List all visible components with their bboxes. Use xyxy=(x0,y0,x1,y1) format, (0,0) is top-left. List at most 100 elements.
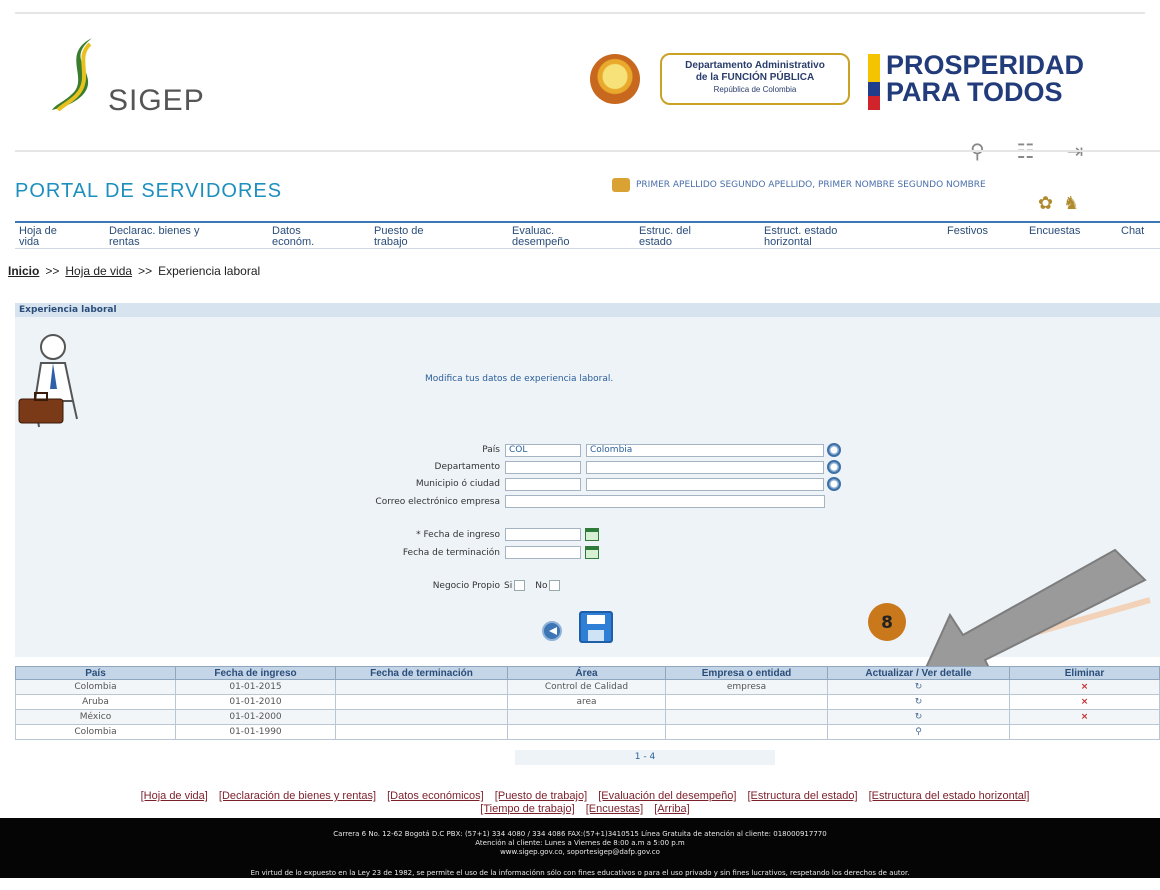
municipio-name-input[interactable] xyxy=(586,477,824,491)
prosperidad-line2: PARA TODOS xyxy=(886,77,1063,107)
prosperidad-line1: PROSPERIDAD xyxy=(886,50,1085,80)
cell-ingreso: 01-01-1990 xyxy=(175,724,336,740)
footer-link-tiempo-trabajo[interactable]: [Tiempo de trabajo] xyxy=(480,803,574,815)
footer-link-arriba[interactable]: [Arriba] xyxy=(654,803,689,815)
breadcrumb-home[interactable]: Inicio xyxy=(8,264,39,278)
refresh-icon[interactable]: ↻ xyxy=(827,709,1010,725)
dafp-logo[interactable]: Departamento Administrativo de la FUNCIÓ… xyxy=(660,53,850,105)
si-checkbox[interactable] xyxy=(514,580,526,591)
save-button[interactable] xyxy=(579,611,613,643)
calendar-icon[interactable] xyxy=(585,546,599,559)
cell-area: Control de Calidad xyxy=(507,679,666,695)
nav-estructura-estado[interactable]: Estruc. del estado xyxy=(639,226,691,248)
footer-link-puesto-trabajo[interactable]: [Puesto de trabajo] xyxy=(495,790,587,802)
globe-icon[interactable] xyxy=(827,477,841,491)
no-checkbox[interactable] xyxy=(549,580,561,591)
breadcrumb-sep: >> xyxy=(138,264,153,278)
worker-briefcase-icon xyxy=(18,334,78,428)
site-header: SIGEP Departamento Administrativo de la … xyxy=(0,14,1160,163)
nav-hoja-de-vida[interactable]: Hoja de vida xyxy=(19,226,57,248)
row-fecha-terminacion: Fecha de terminación xyxy=(300,546,599,559)
panel-header: Experiencia laboral xyxy=(15,303,1160,317)
departamento-name-input[interactable] xyxy=(586,460,824,474)
col-empresa[interactable]: Empresa o entidad xyxy=(665,666,828,680)
delete-icon[interactable]: × xyxy=(1009,679,1160,695)
col-fecha-terminacion[interactable]: Fecha de terminación xyxy=(335,666,508,680)
coat-of-arms-icon xyxy=(590,54,640,104)
footer-link-declaracion[interactable]: [Declaración de bienes y rentas] xyxy=(219,790,376,802)
cell-pais: Colombia xyxy=(15,724,176,740)
fecha-ingreso-input[interactable] xyxy=(505,528,581,541)
panel-message: Modifica tus datos de experiencia labora… xyxy=(425,374,614,384)
cell-empresa: empresa xyxy=(665,679,828,695)
dafp-line2: de la FUNCIÓN PÚBLICA xyxy=(695,72,815,83)
breadcrumb-hoja-de-vida[interactable]: Hoja de vida xyxy=(65,264,132,278)
footer-link-estructura-horizontal[interactable]: [Estructura del estado horizontal] xyxy=(869,790,1030,802)
departamento-code-input[interactable] xyxy=(505,460,581,474)
footer-link-evaluacion[interactable]: [Evaluación del desempeño] xyxy=(598,790,736,802)
prosperidad-logo: PROSPERIDAD PARA TODOS xyxy=(886,52,1084,106)
fecha-terminacion-input[interactable] xyxy=(505,546,581,559)
cell-pais: México xyxy=(15,709,176,725)
col-fecha-ingreso[interactable]: Fecha de ingreso xyxy=(175,666,336,680)
nav-estructura-horizontal[interactable]: Estruct. estado horizontal xyxy=(764,226,837,248)
nav-evaluacion[interactable]: Evaluac. desempeño xyxy=(512,226,570,248)
fecha-terminacion-label: Fecha de terminación xyxy=(402,547,500,558)
nav-chat[interactable]: Chat xyxy=(1121,226,1144,237)
nav-declaracion[interactable]: Declarac. bienes y rentas xyxy=(109,226,200,248)
footer-contact[interactable]: www.sigep.gov.co, soportesigep@dafp.gov.… xyxy=(0,848,1160,857)
nav-festivos[interactable]: Festivos xyxy=(947,226,988,237)
nav-puesto-trabajo[interactable]: Puesto de trabajo xyxy=(374,226,424,248)
fecha-ingreso-label: * Fecha de ingreso xyxy=(416,529,500,540)
view-icon[interactable]: ⚲ xyxy=(827,724,1010,740)
cell-area: area xyxy=(507,694,666,710)
footer-link-encuestas[interactable]: [Encuestas] xyxy=(586,803,643,815)
col-area[interactable]: Área xyxy=(507,666,666,680)
groups-icon[interactable]: ✿ xyxy=(1038,193,1053,214)
footer-hours: Atención al cliente: Lunes a Viernes de … xyxy=(475,839,685,847)
back-button[interactable] xyxy=(542,621,562,641)
badge-icon[interactable]: ♞ xyxy=(1063,193,1079,214)
correo-input[interactable] xyxy=(505,495,825,508)
dafp-line1: Departamento Administrativo xyxy=(685,60,825,71)
sigep-logo-icon[interactable] xyxy=(50,34,110,124)
globe-icon[interactable] xyxy=(827,443,841,457)
breadcrumb-sep: >> xyxy=(45,264,60,278)
footer-link-hoja-de-vida[interactable]: [Hoja de vida] xyxy=(141,790,208,802)
pager[interactable]: 1 - 4 xyxy=(515,750,775,765)
cell-pais: Colombia xyxy=(15,679,176,695)
no-label: No xyxy=(535,580,548,591)
nav-datos-economicos[interactable]: Datos económ. xyxy=(272,226,314,248)
table-row: México 01-01-2000 ↻ × xyxy=(15,709,1160,725)
cell-empresa xyxy=(665,694,828,710)
globe-icon[interactable] xyxy=(827,460,841,474)
delete-cell xyxy=(1009,724,1160,740)
cell-pais: Aruba xyxy=(15,694,176,710)
refresh-icon[interactable]: ↻ xyxy=(827,694,1010,710)
row-correo: Correo electrónico empresa xyxy=(300,495,825,508)
portal-title: PORTAL DE SERVIDORES xyxy=(15,180,283,202)
pais-code-input[interactable]: COL xyxy=(505,443,581,457)
footer-copyright: En virtud de lo expuesto en la Ley 23 de… xyxy=(250,869,910,877)
footer-link-estructura-estado[interactable]: [Estructura del estado] xyxy=(747,790,857,802)
step-badge: 8 xyxy=(868,603,906,641)
header-divider xyxy=(15,150,1160,152)
calendar-icon[interactable] xyxy=(585,528,599,541)
dafp-line3: República de Colombia xyxy=(713,85,797,94)
negocio-label: Negocio Propio xyxy=(432,580,500,591)
col-eliminar: Eliminar xyxy=(1009,666,1160,680)
nav-encuestas[interactable]: Encuestas xyxy=(1029,226,1080,237)
refresh-icon[interactable]: ↻ xyxy=(827,679,1010,695)
col-pais[interactable]: País xyxy=(15,666,176,680)
footer-links: [Hoja de vida] [Declaración de bienes y … xyxy=(10,790,1160,816)
user-info: PRIMER APELLIDO SEGUNDO APELLIDO, PRIMER… xyxy=(612,178,986,192)
experience-table: País Fecha de ingreso Fecha de terminaci… xyxy=(15,666,1160,740)
delete-icon[interactable]: × xyxy=(1009,694,1160,710)
user-name: PRIMER APELLIDO SEGUNDO APELLIDO, PRIMER… xyxy=(636,180,986,190)
cell-terminacion xyxy=(335,679,508,695)
pais-name-input[interactable]: Colombia xyxy=(586,443,824,457)
municipio-label: Municipio ó ciudad xyxy=(415,479,500,489)
footer-link-datos-economicos[interactable]: [Datos económicos] xyxy=(387,790,484,802)
municipio-code-input[interactable] xyxy=(505,477,581,491)
delete-icon[interactable]: × xyxy=(1009,709,1160,725)
